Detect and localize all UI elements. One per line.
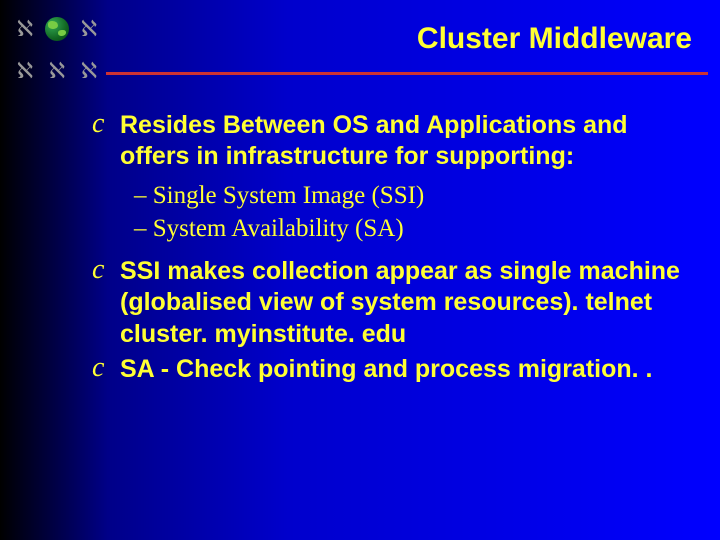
- bullet-marker-icon: c: [92, 256, 112, 284]
- bullet-marker-icon: c: [92, 354, 112, 382]
- bullet-text: SA - Check pointing and process migratio…: [120, 354, 652, 385]
- decor-glyph-icon: ℵ: [42, 52, 72, 90]
- decor-glyph-icon: ℵ: [74, 52, 104, 90]
- title-divider: [106, 72, 708, 75]
- slide-title: Cluster Middleware: [417, 22, 692, 56]
- decorative-icon-grid: ℵ ℵ ℵ ℵ ℵ: [10, 10, 100, 90]
- bullet-text: SSI makes collection appear as single ma…: [120, 256, 700, 350]
- bullet-item: c SSI makes collection appear as single …: [92, 256, 700, 350]
- decor-glyph-icon: ℵ: [74, 10, 104, 48]
- sub-item: – Single System Image (SSI): [134, 179, 700, 213]
- bullet-marker-icon: c: [92, 110, 112, 138]
- decor-glyph-icon: ℵ: [10, 52, 40, 90]
- bullet-text: Resides Between OS and Applications and …: [120, 110, 700, 173]
- slide-content: c Resides Between OS and Applications an…: [92, 110, 700, 389]
- globe-icon: [42, 10, 72, 48]
- sub-item: – System Availability (SA): [134, 212, 700, 246]
- sub-list: – Single System Image (SSI) – System Ava…: [134, 179, 700, 247]
- bullet-item: c Resides Between OS and Applications an…: [92, 110, 700, 173]
- decor-glyph-icon: ℵ: [10, 10, 40, 48]
- bullet-item: c SA - Check pointing and process migrat…: [92, 354, 700, 385]
